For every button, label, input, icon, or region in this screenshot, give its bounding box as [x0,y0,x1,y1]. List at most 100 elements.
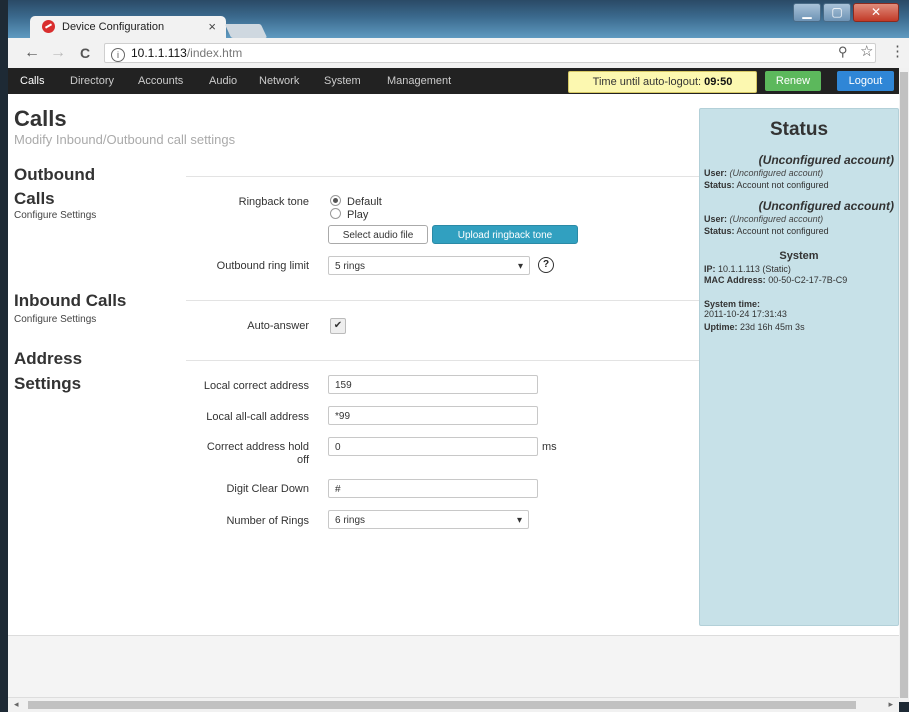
hold-off-label-line1: Correct address hold [206,441,309,453]
num-rings-select[interactable]: 6 rings [328,510,529,530]
nav-calls[interactable]: Calls [20,75,44,87]
radio-play[interactable]: Play [330,208,368,221]
account1-status-value: Account not configured [736,180,829,190]
forward-icon[interactable]: → [50,44,66,62]
nav-accounts[interactable]: Accounts [138,75,183,87]
extension-icon[interactable]: ⚲ [838,44,848,60]
account2-name: (Unconfigured account) [758,199,894,213]
upload-ringback-button[interactable]: Upload ringback tone [432,225,578,244]
account1-user-value: (Unconfigured account) [729,168,824,178]
window-controls: ▁ ▢ ✕ [793,3,899,22]
logout-button[interactable]: Logout [837,71,894,91]
ringback-label: Ringback tone [238,196,309,208]
scroll-right-icon[interactable]: ▸ [888,699,893,710]
account2-status-label: Status: [704,226,735,236]
account1-user-label: User: [704,168,728,178]
browser-title-bar: Device Configuration × ▁ ▢ ✕ [8,0,909,38]
account1-user: User: (Unconfigured account) [704,168,894,178]
local-allcall-label: Local all-call address [206,411,309,423]
system-mac: MAC Address: 00-50-C2-17-7B-C9 [704,275,894,285]
close-window-button[interactable]: ✕ [853,3,899,22]
ring-limit-select[interactable]: 5 rings [328,256,530,276]
nav-management[interactable]: Management [387,75,451,87]
auto-answer-label: Auto-answer [247,320,309,332]
local-correct-input[interactable]: 159 [328,375,538,394]
back-icon[interactable]: ← [24,44,40,62]
select-audio-file-button[interactable]: Select audio file [328,225,428,244]
reload-icon[interactable]: C [80,45,90,61]
outbound-divider [186,176,708,177]
system-title: System [779,250,819,262]
scroll-left-icon[interactable]: ◂ [14,699,19,710]
outbound-title-line2: Calls [14,189,55,208]
address-title-line2: Settings [14,374,82,393]
radio-play-dot[interactable] [330,208,341,219]
timer-value: 09:50 [704,76,733,88]
renew-button[interactable]: Renew [765,71,821,91]
status-panel: Status (Unconfigured account) User: (Unc… [699,108,899,626]
status-title: Status [769,119,829,140]
help-icon[interactable]: ? [538,257,554,273]
account2-user-label: User: [704,214,728,224]
auto-answer-checkbox[interactable]: ✔ [330,318,346,334]
digit-clear-input[interactable]: # [328,479,538,498]
vertical-scroll-thumb[interactable] [900,72,908,698]
info-icon[interactable]: i [111,48,125,62]
time-label: System time: [704,299,761,309]
hold-off-input[interactable]: 0 [328,437,538,456]
uptime-value: 23d 16h 45m 3s [740,322,805,332]
tab-close-icon[interactable]: × [208,19,216,34]
maximize-button[interactable]: ▢ [823,3,851,22]
local-allcall-input[interactable]: *99 [328,406,538,425]
page-subtitle: Modify Inbound/Outbound call settings [14,132,236,147]
horizontal-scrollbar[interactable]: ◂ ▸ [8,697,899,712]
top-nav-bar: Calls Directory Accounts Audio Network S… [8,68,899,94]
account1-status: Status: Account not configured [704,180,894,190]
page-content: Calls Directory Accounts Audio Network S… [8,68,899,702]
inbound-subtitle: Configure Settings [14,314,97,325]
horizontal-scroll-thumb[interactable] [28,701,856,709]
nav-audio[interactable]: Audio [209,75,237,87]
outbound-subtitle: Configure Settings [14,210,97,221]
nav-system[interactable]: System [324,75,361,87]
nav-directory[interactable]: Directory [70,75,114,87]
browser-toolbar: ← → C i 10.1.1.113/index.htm ⚲ ☆ ⋮ [8,38,909,69]
account2-user: User: (Unconfigured account) [704,214,894,224]
bookmark-star-icon[interactable]: ☆ [860,42,873,60]
time-value: 2011-10-24 17:31:43 [704,309,787,319]
radio-play-label: Play [347,209,369,221]
system-time: System time: 2011-10-24 17:31:43 [704,299,894,319]
hold-off-unit: ms [542,441,557,453]
nav-network[interactable]: Network [259,75,299,87]
new-tab-button[interactable] [224,24,268,38]
local-correct-label: Local correct address [203,380,309,392]
url-host: 10.1.1.113 [131,46,187,60]
browser-menu-icon[interactable]: ⋮ [890,42,905,60]
radio-default[interactable]: Default [330,195,382,208]
hold-off-label-line2: off [296,454,309,466]
mac-label: MAC Address: [704,275,766,285]
auto-logout-timer: Time until auto-logout: 09:50 [568,71,757,93]
outbound-title-line1: Outbound [14,165,96,184]
page-title: Calls [14,106,67,131]
address-bar-input[interactable]: i 10.1.1.113/index.htm [104,43,876,63]
account2-status: Status: Account not configured [704,226,894,236]
mac-value: 00-50-C2-17-7B-C9 [768,275,848,285]
ip-label: IP: [704,264,716,274]
account1-status-label: Status: [704,180,735,190]
uptime-label: Uptime: [704,322,738,332]
account2-user-value: (Unconfigured account) [729,214,824,224]
radio-default-dot[interactable] [330,195,341,206]
digit-clear-label: Digit Clear Down [226,483,309,495]
site-favicon-icon [42,20,55,33]
account2-status-value: Account not configured [736,226,829,236]
ip-value: 10.1.1.113 (Static) [718,264,791,274]
vertical-scrollbar[interactable] [899,68,909,702]
inbound-divider [186,300,708,301]
num-rings-label: Number of Rings [226,515,309,527]
minimize-button[interactable]: ▁ [793,3,821,22]
timer-label: Time until auto-logout: [592,76,702,88]
system-ip: IP: 10.1.1.113 (Static) [704,264,894,274]
ring-limit-label: Outbound ring limit [216,260,309,272]
browser-tab[interactable]: Device Configuration × [30,16,226,38]
